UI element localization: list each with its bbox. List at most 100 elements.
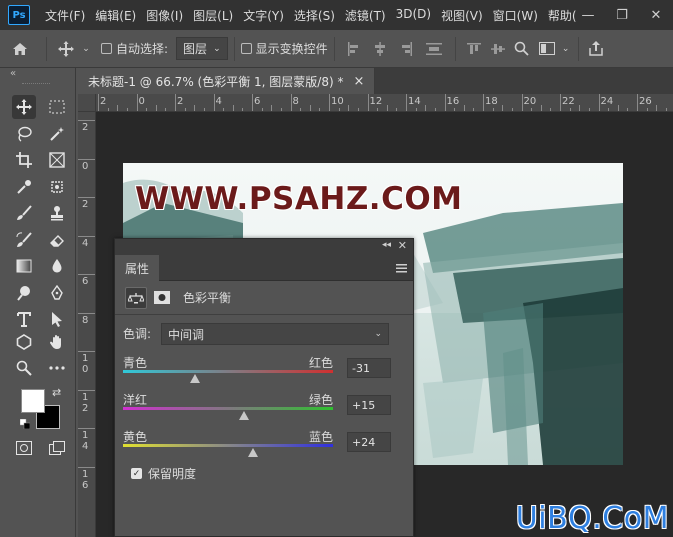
gradient-tool-icon[interactable] bbox=[12, 254, 36, 278]
frame-tool-icon[interactable] bbox=[45, 148, 69, 172]
align-middle-icon[interactable] bbox=[486, 42, 510, 56]
slider-thumb[interactable] bbox=[190, 374, 201, 383]
path-selection-icon[interactable] bbox=[45, 307, 69, 331]
ruler-tick-label: 2 bbox=[177, 96, 184, 107]
document-tab[interactable]: 未标题-1 @ 66.7% (色彩平衡 1, 图层蒙版/8) * × bbox=[78, 68, 376, 94]
stamp-tool-icon[interactable] bbox=[45, 201, 69, 225]
menu-item[interactable]: 滤镜(T) bbox=[340, 7, 391, 24]
slider-value-field[interactable]: +24 bbox=[347, 432, 391, 452]
menu-item[interactable]: 编辑(E) bbox=[90, 7, 141, 24]
quick-mask-icon[interactable] bbox=[12, 436, 36, 460]
align-top-icon[interactable] bbox=[462, 42, 486, 56]
menu-item[interactable]: 文件(F) bbox=[40, 7, 90, 24]
show-transform-label: 显示变换控件 bbox=[255, 42, 328, 56]
default-colors-icon[interactable] bbox=[19, 418, 31, 432]
pen-tool-icon[interactable] bbox=[45, 281, 69, 305]
ruler-tick bbox=[98, 94, 99, 111]
ruler-tick bbox=[203, 108, 205, 111]
ruler-tick bbox=[617, 105, 619, 111]
ruler-tick bbox=[175, 94, 176, 111]
magic-wand-icon[interactable] bbox=[45, 122, 69, 146]
show-transform-option[interactable]: 显示变换控件 bbox=[240, 40, 328, 57]
auto-select-option[interactable]: 自动选择: bbox=[101, 40, 168, 57]
ruler-tick bbox=[78, 466, 95, 468]
ruler-tick bbox=[319, 108, 321, 111]
blur-tool-icon[interactable] bbox=[45, 254, 69, 278]
auto-select-label: 自动选择: bbox=[116, 42, 169, 56]
align-left-icon[interactable] bbox=[341, 41, 367, 56]
ruler-tick bbox=[540, 105, 542, 111]
slider-value-field[interactable]: -31 bbox=[347, 358, 391, 378]
slider-right-label: 绿色 bbox=[308, 393, 333, 407]
close-icon[interactable]: ✕ bbox=[398, 239, 407, 252]
menu-item[interactable]: 选择(S) bbox=[289, 7, 340, 24]
menu-items: 文件(F) 编辑(E) 图像(I) 图层(L) 文字(Y) 选择(S) 滤镜(T) 3D(D)… bbox=[40, 7, 582, 24]
type-tool-icon[interactable] bbox=[12, 307, 36, 331]
slider-track[interactable] bbox=[123, 370, 333, 373]
tone-dropdown[interactable]: 中间调 ⌄ bbox=[161, 323, 389, 345]
ruler-tick-label: 26 bbox=[639, 96, 652, 107]
foreground-color-swatch[interactable] bbox=[21, 389, 45, 413]
zoom-tool-icon[interactable] bbox=[12, 356, 36, 380]
menu-item[interactable]: 图层(L) bbox=[188, 7, 238, 24]
brush-tool-icon[interactable] bbox=[12, 201, 36, 225]
panel-tab-bar: 属性 bbox=[115, 255, 413, 281]
align-right-icon[interactable] bbox=[393, 41, 419, 56]
close-icon[interactable]: × bbox=[353, 74, 364, 89]
show-transform-checkbox[interactable] bbox=[240, 43, 252, 54]
chevron-down-icon[interactable]: ⌄ bbox=[79, 34, 93, 64]
menu-item[interactable]: 视图(V) bbox=[436, 7, 488, 24]
marquee-tool-icon[interactable] bbox=[45, 95, 69, 119]
eraser-tool-icon[interactable] bbox=[45, 228, 69, 252]
slider-track[interactable] bbox=[123, 444, 333, 447]
auto-select-checkbox[interactable] bbox=[101, 43, 112, 54]
distribute-icon[interactable] bbox=[419, 42, 449, 56]
dodge-tool-icon[interactable] bbox=[12, 281, 36, 305]
swap-colors-icon[interactable]: ⇄ bbox=[52, 386, 61, 399]
divider bbox=[454, 36, 456, 61]
layer-mask-icon[interactable] bbox=[151, 287, 173, 309]
menu-item[interactable]: 文字(Y) bbox=[238, 7, 289, 24]
spot-healing-icon[interactable] bbox=[45, 175, 69, 199]
move-tool-icon[interactable] bbox=[53, 34, 79, 64]
chevron-down-icon[interactable]: ⌄ bbox=[560, 44, 572, 54]
restore-button[interactable]: ❐ bbox=[605, 0, 639, 30]
menu-item[interactable]: 3D(D) bbox=[391, 7, 436, 24]
hand-tool-icon[interactable] bbox=[45, 330, 69, 354]
eyedropper-icon[interactable] bbox=[12, 175, 36, 199]
slider-thumb[interactable] bbox=[248, 448, 259, 457]
slider-track[interactable] bbox=[123, 407, 333, 410]
preserve-luminosity-checkbox[interactable]: ✓ bbox=[131, 468, 142, 479]
search-icon[interactable] bbox=[510, 41, 534, 56]
move-tool-icon[interactable] bbox=[12, 95, 36, 119]
menu-item[interactable]: 窗口(W) bbox=[488, 7, 543, 24]
minimize-button[interactable]: — bbox=[571, 0, 605, 30]
collapse-panel-icon[interactable]: « bbox=[10, 68, 16, 79]
panel-titlebar: ◂◂ ✕ bbox=[115, 239, 413, 255]
shape-tool-icon[interactable] bbox=[12, 330, 36, 354]
panel-menu-icon[interactable] bbox=[396, 262, 407, 276]
share-icon[interactable] bbox=[585, 41, 607, 56]
auto-select-target-dropdown[interactable]: 图层 ⌄ bbox=[176, 37, 228, 60]
workspace-icon[interactable] bbox=[534, 42, 560, 55]
menu-item[interactable]: 图像(I) bbox=[141, 7, 188, 24]
slider-value-field[interactable]: +15 bbox=[347, 395, 391, 415]
screen-mode-icon[interactable] bbox=[45, 436, 69, 460]
close-button[interactable]: ✕ bbox=[639, 0, 673, 30]
lasso-tool-icon[interactable] bbox=[12, 122, 36, 146]
ruler-tick bbox=[117, 105, 119, 111]
adjustment-name: 色彩平衡 bbox=[183, 291, 232, 305]
slider-thumb[interactable] bbox=[238, 411, 249, 420]
crop-tool-icon[interactable] bbox=[12, 148, 36, 172]
color-balance-icon[interactable] bbox=[125, 286, 147, 309]
tab-properties[interactable]: 属性 bbox=[115, 255, 160, 281]
properties-panel: ◂◂ ✕ 属性 色彩平衡 色调: 中间调 ⌄ 青色 红色 -31 洋红 绿色 +15 黄色 蓝… bbox=[114, 238, 414, 537]
ruler-tick bbox=[280, 108, 282, 111]
align-center-icon[interactable] bbox=[367, 41, 393, 56]
preserve-luminosity-option[interactable]: ✓ 保留明度 bbox=[131, 465, 196, 482]
ruler-tick bbox=[367, 94, 369, 111]
history-brush-icon[interactable] bbox=[12, 228, 36, 252]
more-tools-icon[interactable] bbox=[45, 356, 69, 380]
collapse-icon[interactable]: ◂◂ bbox=[382, 240, 391, 250]
home-icon[interactable] bbox=[0, 34, 40, 64]
